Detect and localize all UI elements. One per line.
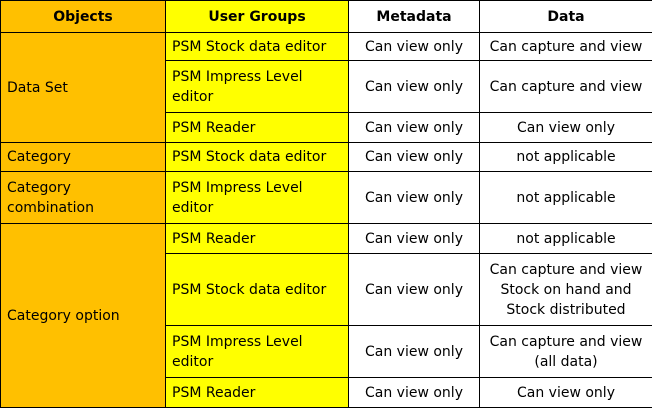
data-cell: Can capture and view — [480, 61, 652, 113]
metadata-cell: Can view only — [349, 378, 480, 408]
metadata-cell: Can view only — [349, 33, 480, 61]
metadata-cell: Can view only — [349, 326, 480, 378]
object-category-option: Category option — [1, 224, 166, 408]
metadata-cell: Can view only — [349, 172, 480, 224]
user-group-cell: PSM Stock data editor — [166, 143, 349, 172]
user-group-cell: PSM Reader — [166, 113, 349, 143]
data-cell: Can view only — [480, 378, 652, 408]
metadata-cell: Can view only — [349, 254, 480, 326]
data-cell: Can view only — [480, 113, 652, 143]
user-group-cell: PSM Reader — [166, 378, 349, 408]
user-group-cell: PSM Stock data editor — [166, 33, 349, 61]
user-group-cell: PSM Impress Level editor — [166, 172, 349, 224]
object-category: Category — [1, 143, 166, 172]
header-data: Data — [480, 1, 652, 33]
data-cell: not applicable — [480, 143, 652, 172]
header-row: Objects User Groups Metadata Data — [1, 1, 652, 33]
object-category-combination: Category combination — [1, 172, 166, 224]
user-group-cell: PSM Impress Level editor — [166, 326, 349, 378]
metadata-cell: Can view only — [349, 61, 480, 113]
header-metadata: Metadata — [349, 1, 480, 33]
metadata-cell: Can view only — [349, 113, 480, 143]
table-row: Category option PSM Reader Can view only… — [1, 224, 652, 254]
metadata-cell: Can view only — [349, 224, 480, 254]
user-group-cell: PSM Stock data editor — [166, 254, 349, 326]
header-user-groups: User Groups — [166, 1, 349, 33]
data-cell: not applicable — [480, 224, 652, 254]
permissions-table: Objects User Groups Metadata Data Data S… — [0, 0, 652, 408]
object-data-set: Data Set — [1, 33, 166, 143]
data-cell: Can capture and view Stock on hand and S… — [480, 254, 652, 326]
data-cell: Can capture and view (all data) — [480, 326, 652, 378]
data-cell: Can capture and view — [480, 33, 652, 61]
user-group-cell: PSM Impress Level editor — [166, 61, 349, 113]
metadata-cell: Can view only — [349, 143, 480, 172]
table-row: Category combination PSM Impress Level e… — [1, 172, 652, 224]
table-row: Data Set PSM Stock data editor Can view … — [1, 33, 652, 61]
header-objects: Objects — [1, 1, 166, 33]
table-row: Category PSM Stock data editor Can view … — [1, 143, 652, 172]
user-group-cell: PSM Reader — [166, 224, 349, 254]
data-cell: not applicable — [480, 172, 652, 224]
